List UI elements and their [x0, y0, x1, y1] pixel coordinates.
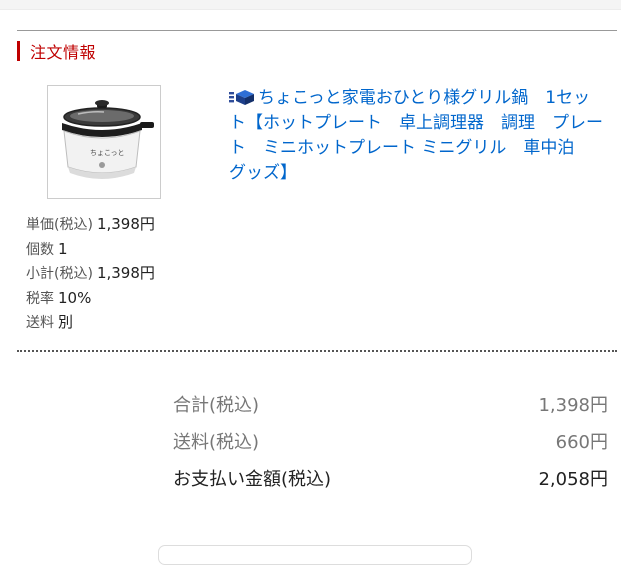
bottom-button[interactable] [158, 545, 472, 565]
unit-price-label: 単価(税込) [26, 217, 93, 233]
order-info-heading: 注文情報 [17, 40, 96, 62]
product-thumbnail[interactable]: ちょこっと [47, 85, 161, 199]
item-price-details: 単価(税込) 1,398円 個数 1 小計(税込) 1,398円 税率 10% … [26, 213, 155, 336]
summary-total-row: 合計(税込) 1,398円 [173, 385, 608, 422]
shipping-value: 別 [58, 313, 74, 332]
quantity-label: 個数 [26, 241, 54, 258]
subtotal-value: 1,398円 [96, 264, 155, 283]
tax-rate-value: 10% [58, 288, 92, 307]
shipping-label: 送料 [26, 315, 54, 332]
product-title-link[interactable]: ちょこっと家電おひとり様グリル鍋 1セット【ホットプレート 卓上調理器 調理 プ… [229, 86, 607, 186]
shipping-row: 送料 別 [26, 311, 155, 336]
heading-text: 注文情報 [30, 43, 97, 62]
quantity-row: 個数 1 [26, 238, 155, 263]
dotted-divider [17, 350, 617, 352]
summary-shipping-value: 660円 [555, 431, 608, 453]
quantity-value: 1 [58, 239, 68, 258]
heading-accent-bar [17, 41, 20, 61]
order-summary: 合計(税込) 1,398円 送料(税込) 660円 お支払い金額(税込) 2,0… [173, 385, 608, 496]
shop-icon [229, 90, 254, 105]
summary-payment-value: 2,058円 [538, 468, 608, 490]
summary-shipping-row: 送料(税込) 660円 [173, 422, 608, 459]
summary-total-label: 合計(税込) [173, 394, 260, 416]
electric-grill-pot-image: ちょこっと [62, 100, 154, 179]
summary-payment-row: お支払い金額(税込) 2,058円 [173, 459, 608, 496]
unit-price-row: 単価(税込) 1,398円 [26, 213, 155, 238]
top-strip [0, 0, 621, 10]
tax-rate-row: 税率 10% [26, 287, 155, 312]
product-title-text[interactable]: ちょこっと家電おひとり様グリル鍋 1セット【ホットプレート 卓上調理器 調理 プ… [229, 88, 603, 183]
tax-rate-label: 税率 [26, 290, 54, 307]
summary-total-value: 1,398円 [538, 394, 608, 416]
unit-price-value: 1,398円 [96, 215, 155, 233]
pot-label: ちょこっと [90, 149, 125, 157]
subtotal-label: 小計(税込) [26, 266, 93, 283]
subtotal-row: 小計(税込) 1,398円 [26, 262, 155, 287]
summary-payment-label: お支払い金額(税込) [173, 468, 332, 490]
section-top-rule [17, 30, 617, 31]
summary-shipping-label: 送料(税込) [173, 431, 260, 453]
